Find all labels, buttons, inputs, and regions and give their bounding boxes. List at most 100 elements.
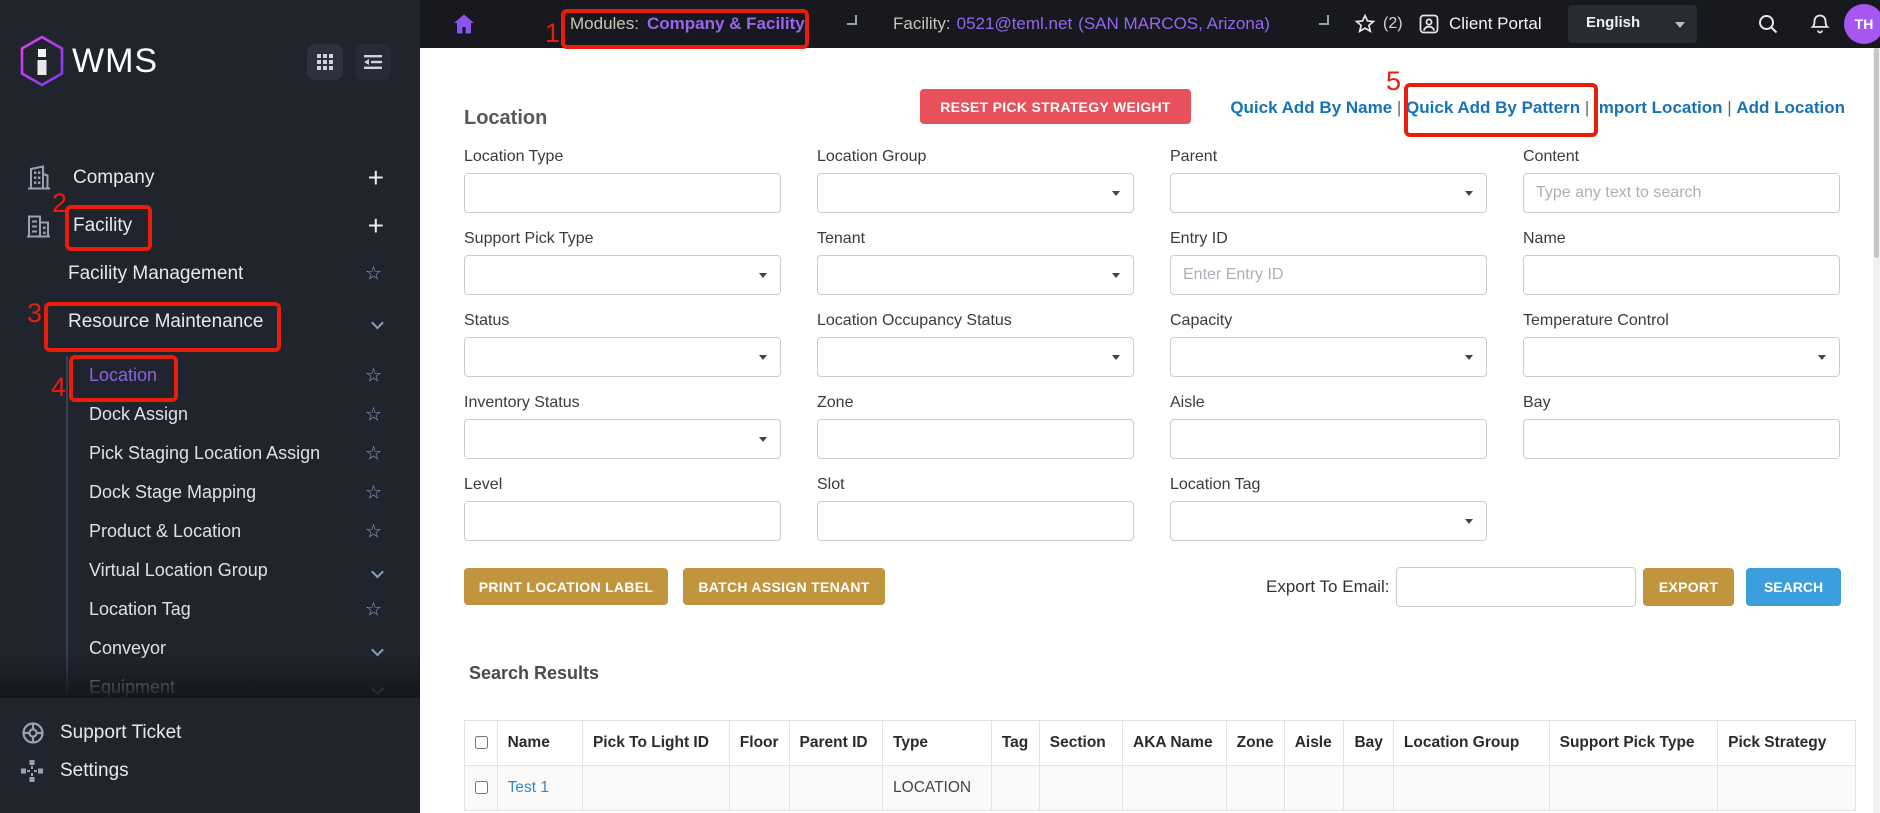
sidebar-item-equipment[interactable]: Equipment: [89, 668, 420, 697]
language-select[interactable]: English: [1568, 5, 1697, 43]
select-location-occupancy-status[interactable]: [817, 337, 1134, 377]
page-scrollbar[interactable]: [1873, 48, 1880, 813]
sidebar-item-pick-staging-location-assign[interactable]: Pick Staging Location Assign ☆: [89, 434, 420, 473]
search-button[interactable]: SEARCH: [1746, 568, 1841, 606]
field-location-tag: Location Tag: [1170, 476, 1487, 541]
col-pick-to-light-id[interactable]: Pick To Light ID: [581, 720, 730, 766]
field-capacity: Capacity: [1170, 312, 1487, 377]
sidebar-item-product-location[interactable]: Product & Location ☆: [89, 512, 420, 551]
input-level[interactable]: [464, 501, 781, 541]
select-tenant[interactable]: [817, 255, 1134, 295]
col-type[interactable]: Type: [882, 720, 992, 766]
input-entry-id[interactable]: [1170, 255, 1487, 295]
grid-icon: [317, 54, 333, 70]
star-icon[interactable]: ☆: [365, 265, 382, 284]
modules-selector[interactable]: Modules: Company & Facility: [570, 14, 805, 34]
star-icon[interactable]: ☆: [365, 405, 382, 424]
scrollbar-thumb[interactable]: [1874, 48, 1879, 258]
batch-assign-tenant-button[interactable]: BATCH ASSIGN TENANT: [683, 568, 885, 605]
star-icon[interactable]: ☆: [365, 366, 382, 385]
col-aka-name[interactable]: AKA Name: [1122, 720, 1227, 766]
col-name[interactable]: Name: [496, 720, 583, 766]
user-avatar[interactable]: TH: [1844, 4, 1880, 44]
select-temperature-control[interactable]: [1523, 337, 1840, 377]
link-quick-add-by-pattern[interactable]: Quick Add By Pattern: [1406, 98, 1580, 117]
chevron-down-icon[interactable]: [371, 313, 384, 332]
client-portal-link[interactable]: Client Portal: [1449, 14, 1542, 34]
select-status[interactable]: [464, 337, 781, 377]
sidebar-item-company[interactable]: Company +: [0, 154, 420, 202]
chevron-down-icon[interactable]: [847, 15, 857, 25]
collapse-menu-icon: [364, 55, 382, 69]
col-location-group[interactable]: Location Group: [1392, 720, 1550, 766]
sidebar-item-virtual-location-group[interactable]: Virtual Location Group: [89, 551, 420, 590]
select-parent[interactable]: [1170, 173, 1487, 213]
input-content[interactable]: [1523, 173, 1840, 213]
col-pick-strategy[interactable]: Pick Strategy: [1717, 720, 1856, 766]
apps-grid-button[interactable]: [307, 44, 343, 80]
sidebar-item-label: Pick Staging Location Assign: [89, 443, 321, 463]
select-all-checkbox[interactable]: [474, 735, 488, 749]
select-support-pick-type[interactable]: [464, 255, 781, 295]
input-slot[interactable]: [817, 501, 1134, 541]
sidebar-item-label: Facility Management: [68, 263, 244, 284]
plus-icon[interactable]: +: [368, 212, 384, 240]
input-bay[interactable]: [1523, 419, 1840, 459]
input-aisle[interactable]: [1170, 419, 1487, 459]
star-icon[interactable]: ☆: [365, 600, 382, 619]
home-icon[interactable]: [452, 12, 476, 36]
link-add-location[interactable]: Add Location: [1736, 98, 1845, 117]
export-email-input[interactable]: [1396, 567, 1636, 607]
link-quick-add-by-name[interactable]: Quick Add By Name: [1230, 98, 1392, 117]
star-icon[interactable]: ☆: [365, 522, 382, 541]
input-name[interactable]: [1523, 255, 1840, 295]
plus-icon[interactable]: +: [368, 164, 384, 192]
sidebar-item-conveyor[interactable]: Conveyor: [89, 629, 420, 668]
select-inventory-status[interactable]: [464, 419, 781, 459]
sidebar-item-dock-stage-mapping[interactable]: Dock Stage Mapping ☆: [89, 473, 420, 512]
export-button[interactable]: EXPORT: [1643, 568, 1734, 606]
sidebar-item-support-ticket[interactable]: Support Ticket: [0, 714, 420, 752]
print-location-label-button[interactable]: PRINT LOCATION LABEL: [464, 568, 668, 605]
star-icon[interactable]: ☆: [365, 483, 382, 502]
sidebar-item-location[interactable]: Location ☆: [89, 356, 420, 395]
notifications-bell-icon[interactable]: [1808, 12, 1832, 36]
sidebar-item-facility[interactable]: Facility +: [0, 202, 420, 250]
col-tag[interactable]: Tag: [990, 720, 1040, 766]
sidebar-item-location-tag[interactable]: Location Tag ☆: [89, 590, 420, 629]
resource-maintenance-submenu: Location ☆ Dock Assign ☆ Pick Staging Locati…: [66, 356, 420, 697]
star-icon[interactable]: ☆: [365, 444, 382, 463]
col-support-pick-type[interactable]: Support Pick Type: [1548, 720, 1719, 766]
row-link-test-1[interactable]: Test 1: [508, 779, 549, 796]
facility-selector[interactable]: Facility: 0521@teml.net (SAN MARCOS, Arizo…: [893, 14, 1270, 34]
input-zone[interactable]: [817, 419, 1134, 459]
chevron-down-icon[interactable]: [371, 639, 384, 658]
link-separator: |: [1392, 98, 1407, 117]
chevron-down-icon[interactable]: [1319, 15, 1329, 25]
sidebar-item-settings[interactable]: Settings: [0, 752, 420, 790]
select-location-tag[interactable]: [1170, 501, 1487, 541]
col-aisle[interactable]: Aisle: [1283, 720, 1345, 766]
col-floor[interactable]: Floor: [728, 720, 790, 766]
col-parent-id[interactable]: Parent ID: [788, 720, 884, 766]
col-section[interactable]: Section: [1038, 720, 1124, 766]
reset-pick-strategy-weight-button[interactable]: RESET PICK STRATEGY WEIGHT: [920, 89, 1191, 124]
col-zone[interactable]: Zone: [1225, 720, 1285, 766]
sidebar-item-dock-assign[interactable]: Dock Assign ☆: [89, 395, 420, 434]
col-bay[interactable]: Bay: [1343, 720, 1394, 766]
client-portal-icon[interactable]: [1417, 12, 1441, 36]
select-location-group[interactable]: [817, 173, 1134, 213]
input-location-type[interactable]: [464, 173, 781, 213]
sidebar-item-resource-maintenance[interactable]: Resource Maintenance: [0, 298, 420, 346]
chevron-down-icon[interactable]: [371, 561, 384, 580]
cell-bay: [1343, 765, 1394, 811]
sidebar-collapse-button[interactable]: [355, 44, 391, 80]
cell-floor: [728, 765, 790, 811]
search-icon[interactable]: [1756, 12, 1780, 36]
row-checkbox[interactable]: [474, 780, 488, 794]
chevron-down-icon[interactable]: [371, 678, 384, 697]
favorites-star-icon[interactable]: [1353, 12, 1377, 36]
link-import-location[interactable]: Import Location: [1594, 98, 1722, 117]
sidebar-item-facility-management[interactable]: Facility Management ☆: [0, 250, 420, 298]
select-capacity[interactable]: [1170, 337, 1487, 377]
